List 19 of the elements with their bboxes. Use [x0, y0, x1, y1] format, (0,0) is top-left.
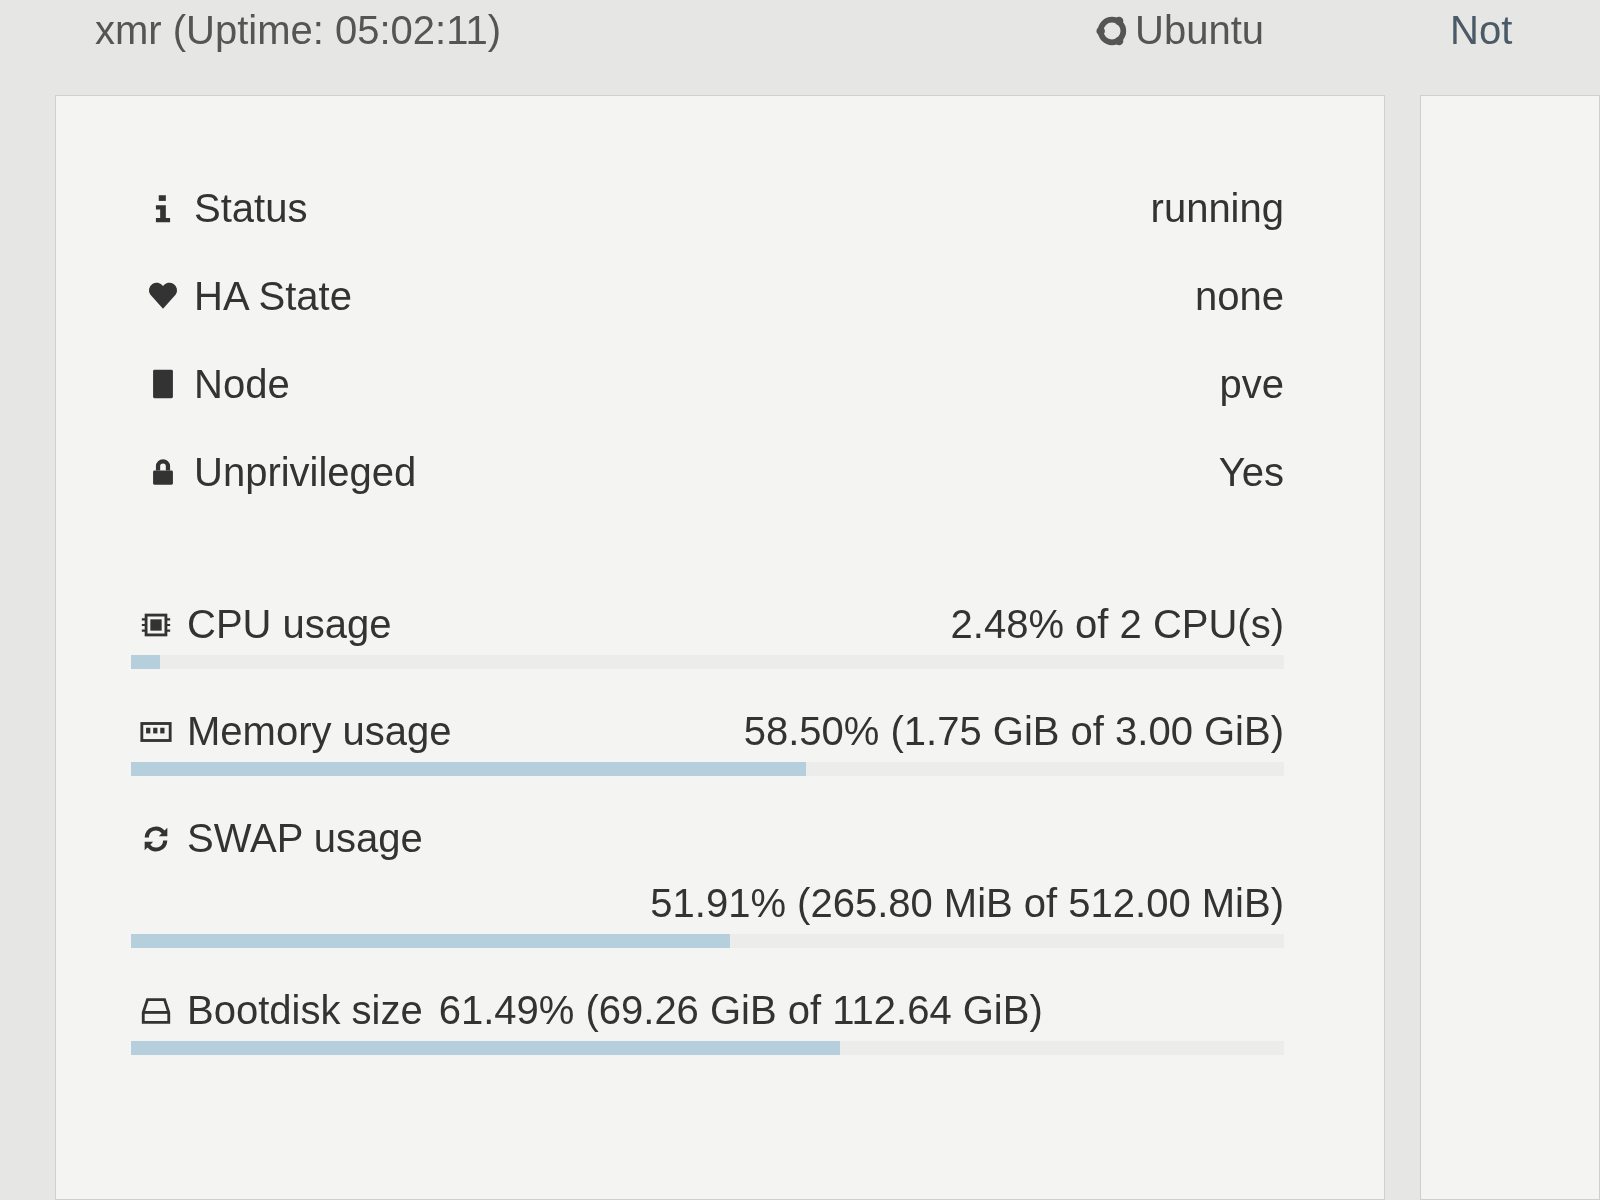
field-value: none: [1195, 273, 1284, 319]
meter-label: CPU usage: [187, 602, 392, 647]
meter-label: Memory usage: [187, 709, 452, 754]
field-label: Unprivileged: [194, 449, 417, 495]
field-value: running: [1150, 185, 1284, 231]
meter-label: Bootdisk size: [187, 988, 423, 1033]
os-label: Ubuntu: [1135, 8, 1264, 53]
field-value: Yes: [1218, 449, 1284, 495]
meter-label: SWAP usage: [187, 816, 423, 861]
field-label: Node: [194, 361, 290, 407]
field-label: Status: [194, 185, 308, 231]
meter-value: 51.91% (265.80 MiB of 512.00 MiB): [650, 881, 1284, 926]
meter-value: 58.50% (1.75 GiB of 3.00 GiB): [743, 709, 1284, 754]
meter-value: 61.49% (69.26 GiB of 112.64 GiB): [438, 988, 1043, 1033]
notes-tab[interactable]: Not: [1450, 8, 1513, 53]
panel-title: xmr (Uptime: 05:02:11): [95, 8, 503, 53]
field-label: HA State: [194, 273, 352, 319]
field-value: pve: [1219, 361, 1284, 407]
meter-value: 2.48% of 2 CPU(s): [950, 602, 1284, 647]
